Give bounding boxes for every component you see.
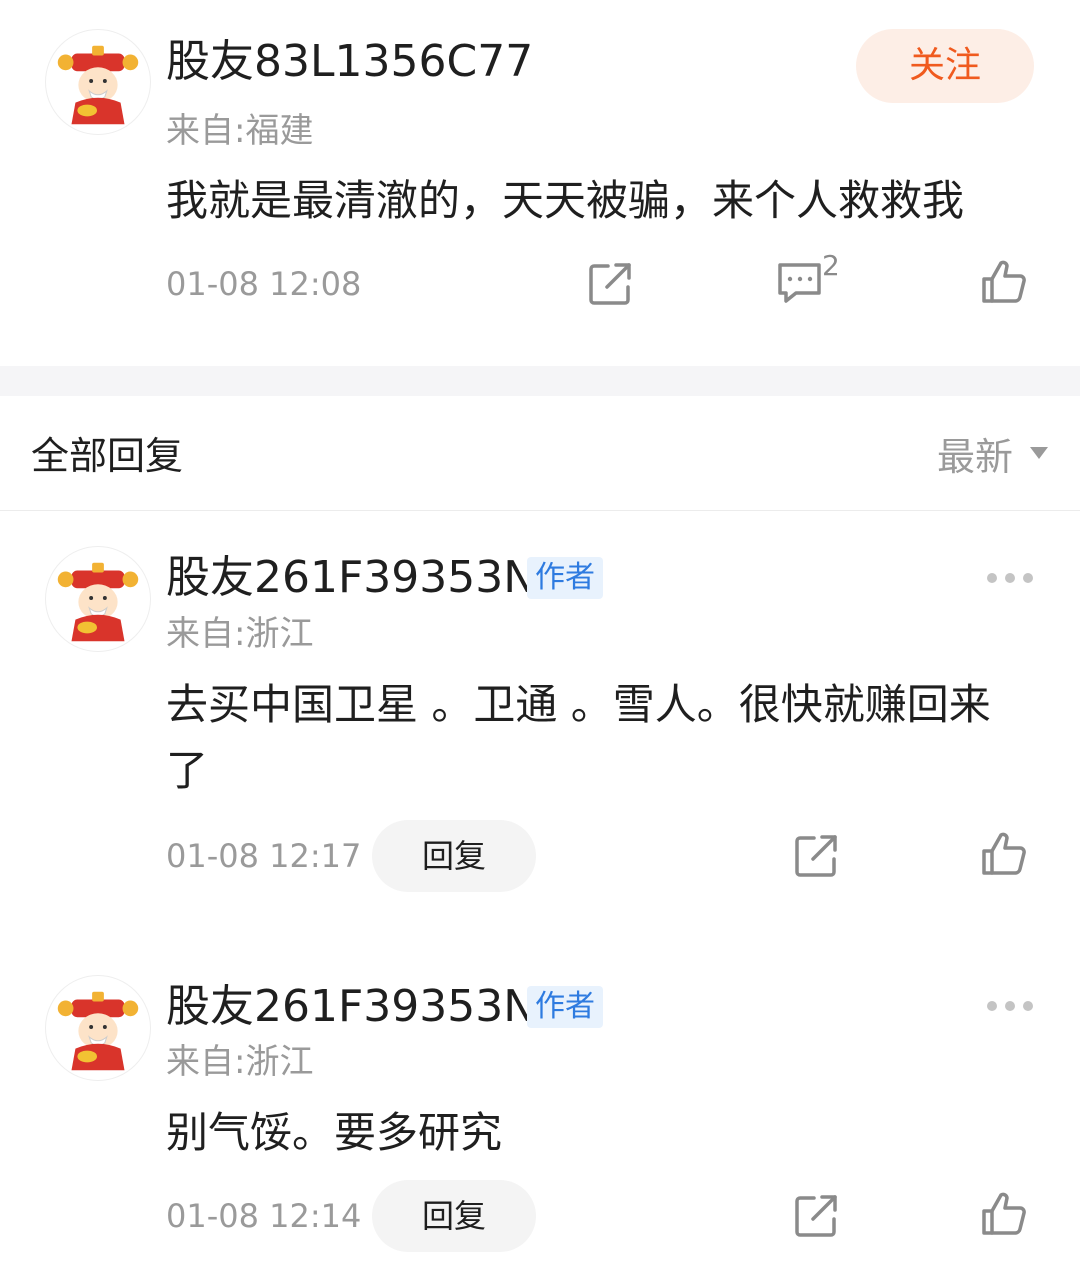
reply-button[interactable]: 回复: [372, 820, 536, 892]
username[interactable]: 股友83L1356C77: [166, 34, 533, 90]
reply-button[interactable]: 回复: [372, 1180, 536, 1252]
reply-time: 01-08 12:17: [166, 837, 362, 875]
avatar[interactable]: [45, 29, 151, 135]
avatar[interactable]: [45, 546, 151, 652]
like-icon[interactable]: [980, 1190, 1028, 1238]
more-options-icon[interactable]: [987, 1000, 1033, 1012]
author-badge: 作者: [527, 557, 603, 599]
share-icon[interactable]: [792, 1192, 840, 1240]
username[interactable]: 股友261F39353N: [166, 979, 536, 1035]
avatar[interactable]: [45, 975, 151, 1081]
comment-icon[interactable]: [775, 260, 825, 306]
header-divider: [0, 510, 1080, 511]
caret-down-icon[interactable]: [1030, 447, 1048, 459]
more-options-icon[interactable]: [987, 572, 1033, 584]
section-divider: [0, 366, 1080, 396]
reply-time: 01-08 12:14: [166, 1197, 362, 1235]
like-icon[interactable]: [980, 258, 1028, 306]
follow-button[interactable]: 关注: [856, 29, 1034, 103]
caishen-avatar-icon: [57, 562, 139, 642]
author-badge: 作者: [527, 986, 603, 1028]
reply-content: 去买中国卫星 。卫通 。雪人。很快就赚回来了: [166, 680, 991, 795]
like-icon[interactable]: [980, 830, 1028, 878]
caishen-avatar-icon: [57, 45, 139, 125]
share-icon[interactable]: [586, 260, 634, 308]
share-icon[interactable]: [792, 832, 840, 880]
sort-selector[interactable]: 最新: [937, 433, 1013, 481]
replies-section-title: 全部回复: [31, 434, 184, 478]
caishen-avatar-icon: [57, 991, 139, 1071]
location: 来自:浙江: [166, 1042, 314, 1082]
reply-content: 别气馁。要多研究: [166, 1108, 503, 1157]
post-time: 01-08 12:08: [166, 265, 362, 303]
location: 来自:福建: [166, 111, 314, 151]
location: 来自:浙江: [166, 614, 314, 654]
username[interactable]: 股友261F39353N: [166, 550, 536, 606]
post-content: 我就是最清澈的，天天被骗，来个人救救我: [166, 176, 965, 225]
comment-count: 2: [822, 249, 840, 282]
